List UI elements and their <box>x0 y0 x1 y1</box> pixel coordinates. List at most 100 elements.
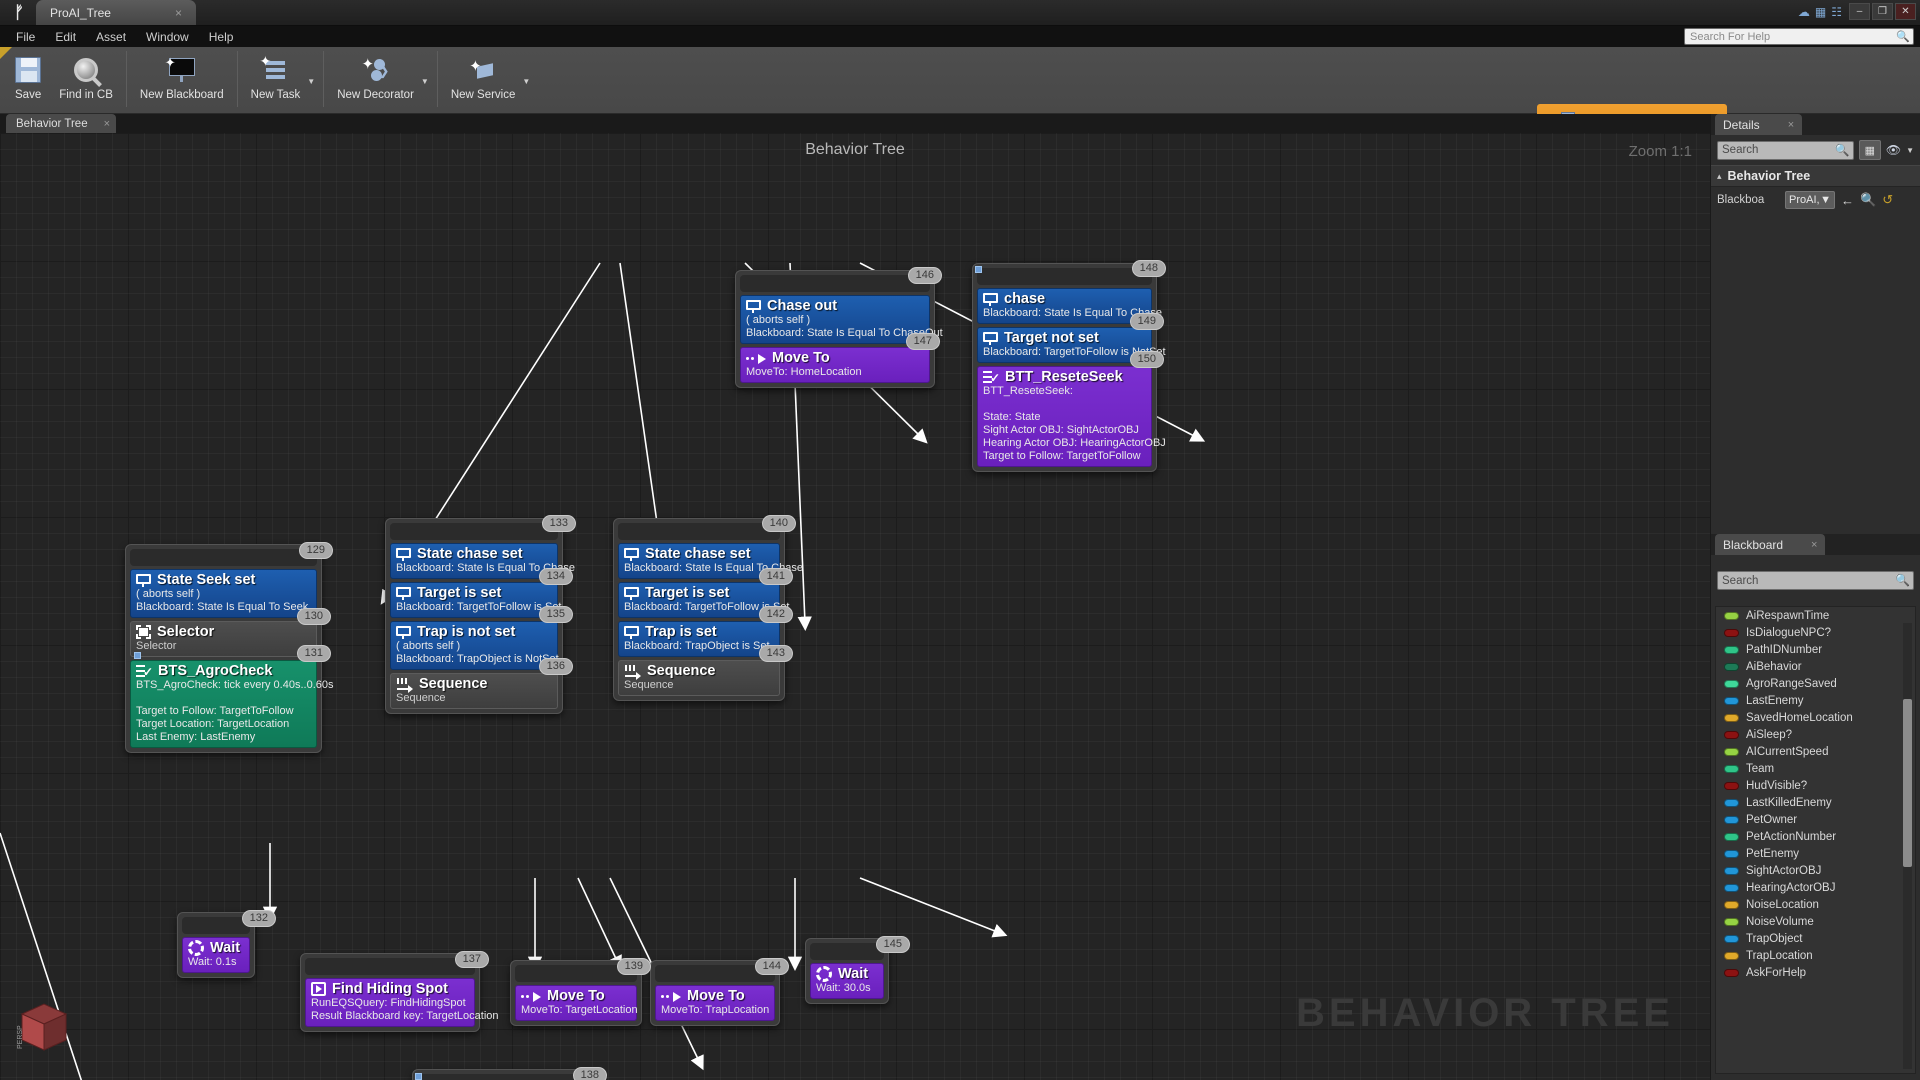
node-wait-01[interactable]: 132 Wait Wait: 0.1s <box>177 910 276 978</box>
new-blackboard-button[interactable]: ✦ New Blackboard <box>131 51 233 103</box>
node-state-chase-set-left[interactable]: 133 State chase set Blackboard: State Is… <box>385 515 576 714</box>
blackboard-tab-close-icon[interactable]: × <box>1811 539 1817 551</box>
cloud-icon[interactable]: ☁ <box>1798 5 1810 19</box>
tab-blackboard[interactable]: Blackboard × <box>1715 534 1826 555</box>
decorator-state-chase-set[interactable]: State chase set Blackboard: State Is Equ… <box>390 543 575 585</box>
blackboard-key-list[interactable]: AiRespawnTime IsDialogueNPC? PathIDNumber A… <box>1715 606 1916 1074</box>
node-chase-out[interactable]: 146 Chase out ( aborts self ) Blackboard… <box>735 267 943 388</box>
task-move-to[interactable]: Move To MoveTo: TrapLocation <box>655 985 775 1021</box>
node-move-to-targetlocation[interactable]: 139 Move To MoveTo: TargetLocation <box>510 958 651 1026</box>
node-state-chase-set-right[interactable]: 140 State chase set Blackboard: State Is… <box>613 515 803 701</box>
blackboard-key-item[interactable]: HudVisible? <box>1716 777 1915 794</box>
find-icon[interactable]: 🔍 <box>1860 192 1876 208</box>
blackboard-key-item[interactable]: NoiseVolume <box>1716 913 1915 930</box>
service-bts-agrocheck[interactable]: ✓ BTS_AgroCheck BTS_AgroCheck: tick ever… <box>130 652 333 748</box>
task-wait[interactable]: Wait Wait: 0.1s <box>182 937 250 973</box>
node-chase[interactable]: 148 chase Blackboard: State Is Equal To … <box>972 260 1166 472</box>
new-task-dropdown-caret-icon[interactable]: ▼ <box>307 77 319 86</box>
search-for-help-input[interactable]: Search For Help 🔍 <box>1684 28 1914 45</box>
task-move-to[interactable]: Move To MoveTo: HomeLocation <box>740 347 930 383</box>
decorator-trap-is-not-set[interactable]: Trap is not set ( aborts self ) Blackboa… <box>390 621 573 675</box>
blackboard-key-item[interactable]: AiRespawnTime <box>1716 607 1915 624</box>
node-pin[interactable] <box>975 266 982 273</box>
composite-sequence[interactable]: Sequence Sequence <box>618 660 780 696</box>
blackboard-key-item[interactable]: LastEnemy <box>1716 692 1915 709</box>
menu-item-file[interactable]: File <box>6 28 45 46</box>
new-task-button[interactable]: ✦ New Task <box>242 51 310 103</box>
blackboard-key-item[interactable]: AgroRangeSaved <box>1716 675 1915 692</box>
composite-selector[interactable]: Selector Selector 131 <box>130 621 331 662</box>
task-btt-reseteseek[interactable]: ✓ BTT_ReseteSeek BTT_ReseteSeek: State: … <box>977 366 1166 467</box>
asset-document-tab[interactable]: ProAI_Tree × <box>36 0 196 25</box>
blackboard-key-item[interactable]: NoiseLocation <box>1716 896 1915 913</box>
eye-icon[interactable]: 👁 <box>1886 143 1901 157</box>
menu-item-help[interactable]: Help <box>199 28 244 46</box>
new-service-button[interactable]: ✦ New Service <box>442 51 525 103</box>
details-category-behavior-tree[interactable]: ▴ Behavior Tree <box>1711 165 1920 187</box>
blackboard-key-item[interactable]: PathIDNumber <box>1716 641 1915 658</box>
blackboard-key-item[interactable]: SavedHomeLocation <box>1716 709 1915 726</box>
details-tab-close-icon[interactable]: × <box>1788 119 1794 131</box>
display-grid-toggle-button[interactable]: ▦ <box>1858 140 1881 160</box>
node-wait-30[interactable]: 145 Wait Wait: 30.0s <box>805 936 910 1004</box>
close-button[interactable]: ✕ <box>1895 3 1916 20</box>
blackboard-key-item[interactable]: TrapLocation <box>1716 947 1915 964</box>
graph-tab-close-icon[interactable]: × <box>104 118 110 130</box>
new-service-dropdown-caret-icon[interactable]: ▼ <box>522 77 534 86</box>
node-pin[interactable] <box>134 652 141 659</box>
maximize-button[interactable]: ❐ <box>1872 3 1893 20</box>
decorator-trap-is-set[interactable]: Trap is set Blackboard: TrapObject is Se… <box>618 621 793 662</box>
new-decorator-button[interactable]: ✦ ❯ New Decorator <box>328 51 423 103</box>
node-pin[interactable] <box>415 1073 422 1080</box>
decorator-chase-out[interactable]: Chase out ( aborts self ) Blackboard: St… <box>740 295 943 350</box>
decorator-chase[interactable]: chase Blackboard: State Is Equal To Chas… <box>977 288 1164 330</box>
blackboard-key-item[interactable]: Team <box>1716 760 1915 777</box>
node-state-seek-set[interactable]: 129 State Seek set ( aborts self ) Black… <box>125 542 333 753</box>
minimize-button[interactable]: – <box>1849 3 1870 20</box>
blackboard-search-input[interactable]: Search 🔍 <box>1717 571 1914 590</box>
blackboard-key-item[interactable]: PetActionNumber <box>1716 828 1915 845</box>
blackboard-key-item[interactable]: AskForHelp <box>1716 964 1915 981</box>
node-move-to-traplocation[interactable]: 144 Move To MoveTo: TrapLocation <box>650 958 789 1026</box>
chevron-down-icon[interactable]: ▼ <box>1906 146 1914 155</box>
decorator-target-is-set[interactable]: Target is set Blackboard: TargetToFollow… <box>390 582 573 623</box>
tab-details[interactable]: Details × <box>1715 114 1803 135</box>
blackboard-key-item[interactable]: SightActorOBJ <box>1716 862 1915 879</box>
blackboard-key-item[interactable]: HearingActorOBJ <box>1716 879 1915 896</box>
find-in-content-browser-button[interactable]: Find in CB <box>50 51 122 103</box>
blackboard-key-item[interactable]: AiBehavior <box>1716 658 1915 675</box>
layers-icon[interactable]: ▦ <box>1815 5 1826 19</box>
task-move-to[interactable]: Move To MoveTo: TargetLocation <box>515 985 638 1021</box>
details-search-input[interactable]: Search 🔍 <box>1717 140 1854 160</box>
blackboard-key-item[interactable]: IsDialogueNPC? <box>1716 624 1915 641</box>
asset-tab-close-icon[interactable]: × <box>169 6 188 20</box>
new-decorator-dropdown-caret-icon[interactable]: ▼ <box>421 77 433 86</box>
task-wait[interactable]: Wait Wait: 30.0s <box>810 963 884 999</box>
blackboard-scrollbar-thumb[interactable] <box>1903 699 1912 867</box>
browse-to-asset-icon[interactable]: ← <box>1841 193 1854 208</box>
blackboard-key-item[interactable]: AICurrentSpeed <box>1716 743 1915 760</box>
blackboard-key-item[interactable]: AiSleep? <box>1716 726 1915 743</box>
node-btt-setchasespeed[interactable]: 138 ✓ BTT_SetChaseSpeed BTT_SetChaseSpee… <box>412 1067 607 1080</box>
task-find-hiding-spot[interactable]: Find Hiding Spot RunEQSQuery: FindHiding… <box>305 978 499 1027</box>
decorator-target-not-set[interactable]: Target not set Blackboard: TargetToFollo… <box>977 327 1166 368</box>
node-find-hiding-spot[interactable]: 137 Find Hiding Spot RunEQSQuery: FindHi… <box>300 951 499 1032</box>
blackboard-key-item[interactable]: PetOwner <box>1716 811 1915 828</box>
reset-to-default-icon[interactable]: ↺ <box>1882 192 1893 208</box>
decorator-state-chase-set[interactable]: State chase set Blackboard: State Is Equ… <box>618 543 803 585</box>
composite-sequence[interactable]: Sequence Sequence <box>390 673 558 709</box>
menu-item-edit[interactable]: Edit <box>45 28 86 46</box>
expand-arrow-icon[interactable]: ▴ <box>1717 171 1722 182</box>
decorator-target-is-set[interactable]: Target is set Blackboard: TargetToFollow… <box>618 582 793 623</box>
menu-item-asset[interactable]: Asset <box>86 28 136 46</box>
grid-icon[interactable]: ☷ <box>1831 5 1842 19</box>
menu-item-window[interactable]: Window <box>136 28 199 46</box>
tab-behavior-tree[interactable]: Behavior Tree × <box>6 114 117 133</box>
blackboard-key-item[interactable]: TrapObject <box>1716 930 1915 947</box>
blackboard-key-item[interactable]: LastKilledEnemy <box>1716 794 1915 811</box>
blackboard-asset-dropdown[interactable]: ProAI, ▼ <box>1785 191 1835 209</box>
decorator-state-seek-set[interactable]: State Seek set ( aborts self ) Blackboar… <box>130 569 331 625</box>
save-button[interactable]: Save <box>6 51 50 103</box>
blackboard-key-item[interactable]: PetEnemy <box>1716 845 1915 862</box>
behavior-tree-graph-canvas[interactable]: Behavior Tree Zoom 1:1 BEHAVIOR TREE PER… <box>0 133 1710 1080</box>
